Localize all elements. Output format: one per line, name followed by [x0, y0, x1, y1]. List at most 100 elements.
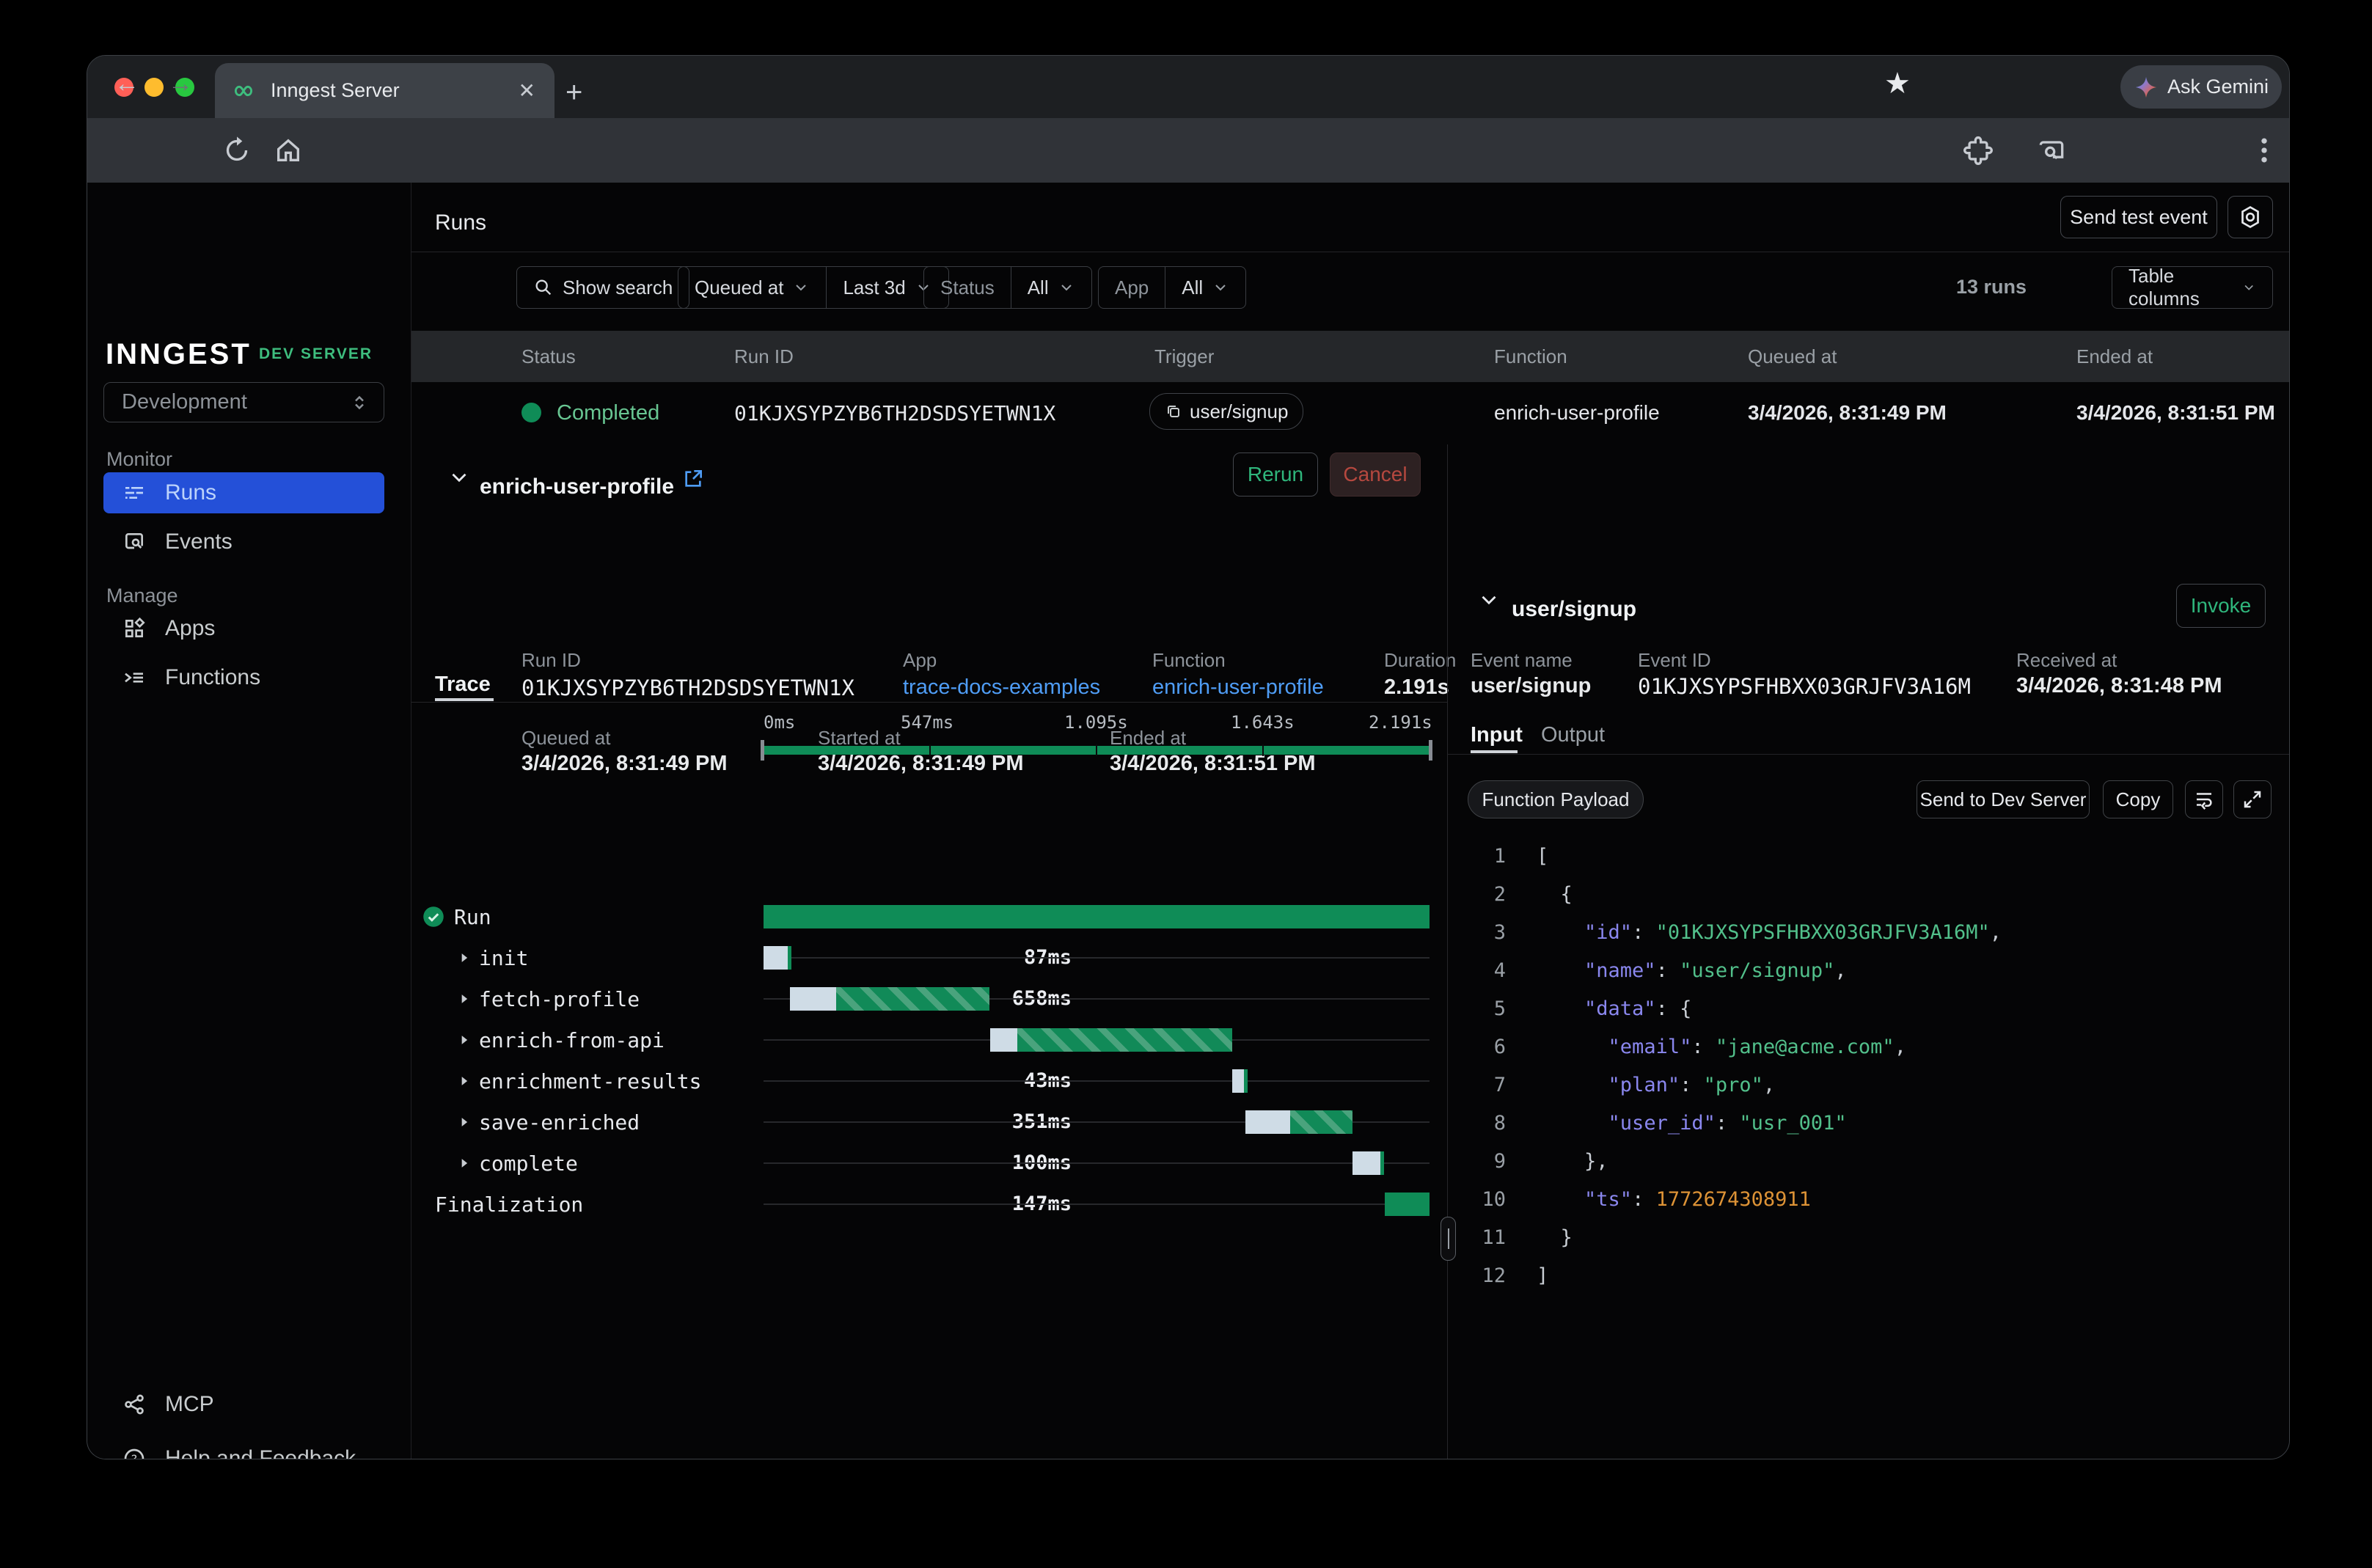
mcp-share-icon: [122, 1393, 146, 1416]
function-link[interactable]: enrich-user-profile: [1152, 675, 1324, 700]
detail-run-id: 01KJXSYPZYB6TH2DSDSYETWN1X: [521, 675, 854, 700]
queued-at-dropdown[interactable]: Queued at: [678, 267, 826, 308]
line-number: 9: [1447, 1143, 1506, 1181]
inngest-app: INNGEST DEV SERVER Development Monitor R…: [87, 183, 2289, 1459]
minimap-handle-right[interactable]: [1429, 740, 1432, 761]
trace-row[interactable]: fetch-profile658ms: [411, 987, 1447, 1011]
monitor-section-label: Monitor: [106, 448, 172, 471]
settings-gear-button[interactable]: [2228, 196, 2273, 238]
line-number: 3: [1447, 914, 1506, 952]
trace-step-name: fetch-profile: [479, 987, 640, 1011]
environment-select[interactable]: Development: [103, 382, 384, 422]
queue-segment: [990, 1028, 1017, 1052]
invoke-button[interactable]: Invoke: [2176, 584, 2266, 628]
trace-step-name: save-enriched: [479, 1110, 640, 1135]
queue-segment: [790, 987, 836, 1011]
back-icon[interactable]: ←: [114, 70, 139, 98]
code-line: 2 {: [1447, 876, 2002, 914]
line-number: 11: [1447, 1219, 1506, 1257]
code-line: 12]: [1447, 1257, 2002, 1295]
rerun-button[interactable]: Rerun: [1233, 453, 1318, 497]
caret-right-icon[interactable]: [457, 1074, 472, 1088]
send-to-dev-server-button[interactable]: Send to Dev Server: [1917, 780, 2090, 818]
forward-icon[interactable]: →: [168, 70, 193, 98]
expand-icon: [2241, 788, 2263, 810]
show-search-button[interactable]: Show search: [516, 266, 689, 309]
caret-right-icon[interactable]: [457, 1156, 472, 1170]
line-number: 1: [1447, 838, 1506, 876]
trace-tab[interactable]: Trace: [435, 673, 491, 697]
tab-search-icon[interactable]: [2035, 134, 2068, 166]
caret-right-icon[interactable]: [457, 1115, 472, 1129]
event-title: user/signup: [1512, 597, 1636, 622]
word-wrap-button[interactable]: [2185, 780, 2223, 818]
code-line: 5 "data": {: [1447, 990, 2002, 1028]
trace-row[interactable]: init87ms: [411, 946, 1447, 970]
trigger-pill[interactable]: user/signup: [1149, 393, 1303, 430]
chevron-down-icon: [1212, 279, 1229, 296]
caret-right-icon[interactable]: [457, 950, 472, 965]
send-test-event-button[interactable]: Send test event: [2060, 196, 2217, 238]
cancel-button[interactable]: Cancel: [1330, 453, 1421, 497]
table-row[interactable]: Completed 01KJXSYPZYB6TH2DSDSYETWN1X use…: [411, 382, 2290, 444]
runs-icon: [122, 481, 146, 505]
trace-minimap[interactable]: [764, 746, 1430, 755]
ask-gemini-button[interactable]: Ask Gemini: [2120, 65, 2282, 109]
table-columns-button[interactable]: Table columns: [2112, 266, 2273, 309]
expand-button[interactable]: [2233, 780, 2272, 818]
function-payload-button[interactable]: Function Payload: [1468, 780, 1644, 818]
bookmark-star-icon[interactable]: ★: [1884, 67, 1911, 100]
run-detail-title: enrich-user-profile: [480, 475, 674, 499]
new-tab-button[interactable]: +: [565, 76, 582, 109]
app-filter[interactable]: App All: [1098, 266, 1246, 309]
external-link-icon[interactable]: [681, 467, 705, 491]
exec-segment: [836, 987, 989, 1011]
caret-right-icon[interactable]: [457, 992, 472, 1006]
status-filter[interactable]: Status All: [923, 266, 1092, 309]
apps-icon: [122, 617, 146, 640]
word-wrap-icon: [2193, 788, 2215, 810]
tab-output[interactable]: Output: [1541, 723, 1605, 747]
page-title: Runs: [435, 210, 486, 235]
app-dropdown[interactable]: All: [1165, 267, 1245, 308]
tab-close-icon[interactable]: ✕: [519, 78, 535, 103]
trace-row[interactable]: complete100ms: [411, 1151, 1447, 1175]
caret-right-icon[interactable]: [457, 1033, 472, 1047]
collapse-chevron-icon[interactable]: [1476, 587, 1501, 612]
trace-row[interactable]: enrich-from-api798ms: [411, 1028, 1447, 1052]
tab-input[interactable]: Input: [1471, 723, 1523, 747]
trace-step-name: Run: [454, 905, 491, 929]
code-line: 7 "plan": "pro",: [1447, 1066, 2002, 1104]
kebab-menu-icon[interactable]: [2248, 134, 2280, 166]
trace-row[interactable]: Run2.191s: [411, 905, 1447, 928]
sidebar-item-events[interactable]: Events: [103, 521, 384, 563]
help-icon: ?: [122, 1447, 146, 1459]
axis-tick: 0ms: [764, 712, 795, 733]
trace-row[interactable]: save-enriched351ms: [411, 1110, 1447, 1134]
select-chevrons-icon: [348, 392, 370, 414]
collapse-chevron-icon[interactable]: [447, 465, 472, 490]
reload-icon[interactable]: [222, 136, 252, 165]
ended-at-cell: 3/4/2026, 8:31:51 PM: [2076, 401, 2275, 425]
status-dropdown[interactable]: All: [1011, 267, 1091, 308]
axis-tick: 547ms: [901, 712, 953, 733]
sidebar-item-help[interactable]: ? Help and Feedback: [103, 1438, 384, 1459]
browser-window: Inngest Server ✕ + Ask Gemini ← →: [87, 55, 2290, 1459]
payload-json[interactable]: 1[2 {3 "id": "01KJXSYPSFHBXX03GRJFV3A16M…: [1447, 838, 2002, 1295]
chevron-down-icon: [792, 279, 810, 296]
time-filter[interactable]: Queued at Last 3d: [678, 266, 949, 309]
sidebar-item-mcp[interactable]: MCP: [103, 1384, 384, 1425]
copy-button[interactable]: Copy: [2103, 780, 2173, 818]
sidebar-item-runs[interactable]: Runs: [103, 472, 384, 513]
trace-row[interactable]: Finalization147ms: [411, 1193, 1447, 1216]
trace-row[interactable]: enrichment-results43ms: [411, 1069, 1447, 1093]
sidebar-item-apps[interactable]: Apps: [103, 608, 384, 649]
home-icon[interactable]: [274, 136, 303, 165]
browser-tab[interactable]: Inngest Server ✕: [215, 63, 554, 118]
minimize-window-button[interactable]: [144, 78, 164, 97]
event-panel: user/signup Invoke Event name user/signu…: [1447, 444, 2290, 1459]
extensions-icon[interactable]: [1962, 134, 1994, 166]
app-link[interactable]: trace-docs-examples: [903, 675, 1100, 700]
sidebar-item-functions[interactable]: Functions: [103, 657, 384, 698]
minimap-handle-left[interactable]: [761, 740, 764, 761]
